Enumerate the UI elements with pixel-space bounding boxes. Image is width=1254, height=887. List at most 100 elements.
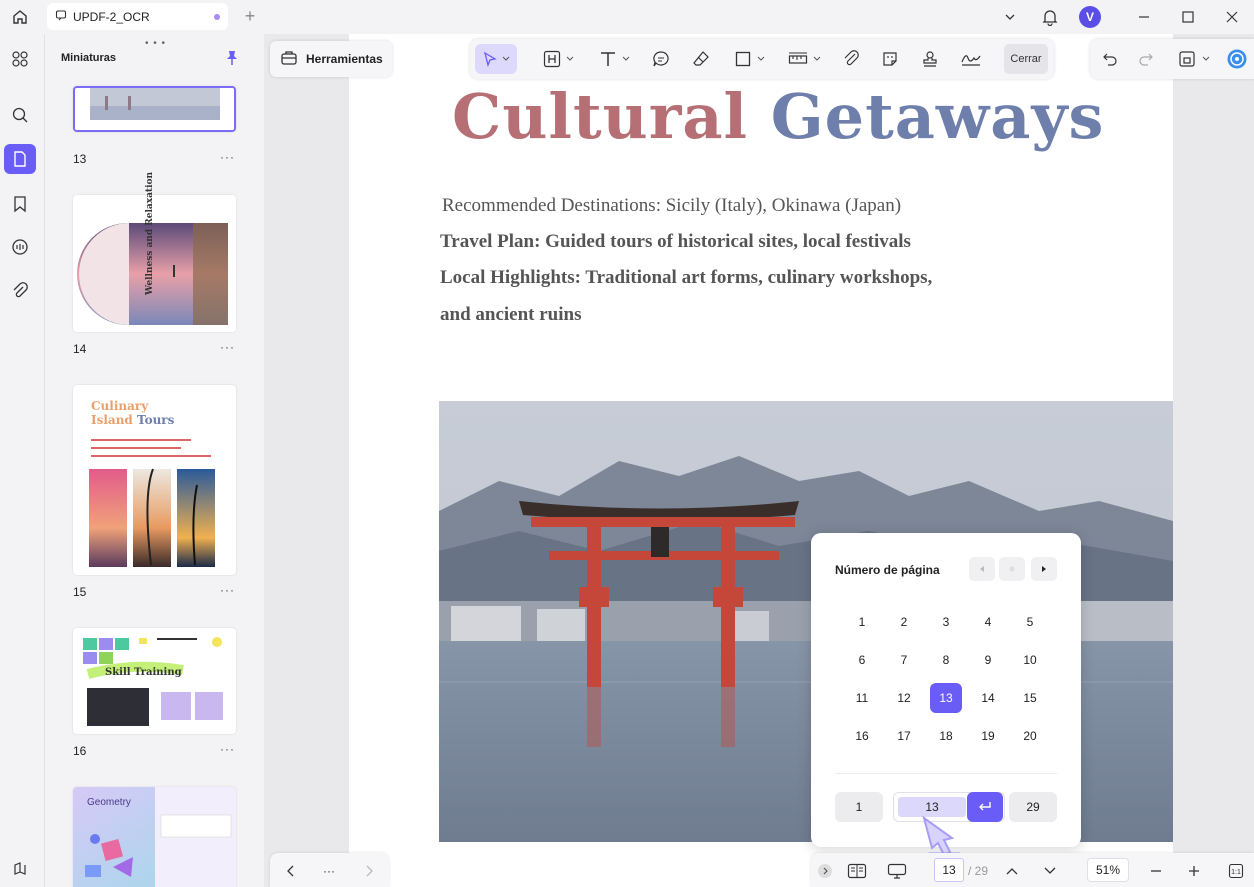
first-page-button[interactable]: 1 [835, 792, 883, 822]
home-icon[interactable] [2, 0, 38, 34]
page-number-cell[interactable]: 7 [888, 645, 920, 675]
zoom-in-icon[interactable] [1183, 860, 1205, 882]
comment-tool[interactable] [646, 44, 676, 74]
tab-title: UPDF-2_OCR [73, 9, 150, 24]
thumbnails-icon[interactable] [4, 144, 36, 174]
bell-icon[interactable] [1030, 0, 1070, 34]
previous-page-icon[interactable] [1001, 860, 1023, 882]
page-number-cell[interactable]: 5 [1014, 607, 1046, 637]
pin-icon[interactable] [225, 50, 239, 69]
thumbnails-panel: • • • Miniaturas 13 ··· Wellness and Rel… [44, 34, 264, 887]
page-number-cell[interactable]: 3 [930, 607, 962, 637]
more-button[interactable]: ··· [318, 860, 340, 882]
measure-tool[interactable] [782, 44, 826, 74]
chevron-down-icon [622, 56, 629, 61]
thumbnail-page-17[interactable]: Geometry [73, 787, 236, 887]
thumbnail-page-13[interactable] [73, 86, 236, 132]
chevron-down-icon[interactable] [990, 0, 1030, 34]
left-rail [0, 34, 44, 887]
save-button[interactable] [1174, 44, 1214, 74]
chevron-left-icon[interactable] [280, 860, 302, 882]
page-number-cell[interactable]: 8 [930, 645, 962, 675]
page-number-cell[interactable]: 12 [888, 683, 920, 713]
thumbnail-page-number: 14 [73, 342, 87, 356]
stamp-icon [923, 51, 937, 67]
minimize-icon[interactable] [1122, 0, 1166, 34]
current-page-field[interactable]: 13 [934, 858, 964, 882]
shape-tool[interactable] [728, 44, 772, 74]
new-tab-button[interactable]: + [240, 6, 260, 26]
bookmark-icon[interactable] [4, 189, 36, 219]
total-pages-label: / 29 [967, 864, 988, 878]
document-line: Travel Plan: Guided tours of historical … [440, 231, 911, 252]
save-icon [1179, 51, 1195, 67]
signature-tool[interactable] [954, 44, 988, 74]
next-range-button[interactable] [1031, 557, 1057, 581]
search-icon[interactable] [4, 100, 36, 130]
presentation-icon[interactable] [885, 860, 909, 882]
tools-button[interactable]: Herramientas [270, 41, 392, 77]
thumbnail-page-15[interactable]: Culinary Island Tours [73, 385, 236, 575]
thumbnail-page-16[interactable]: Skill Training [73, 628, 236, 734]
page-number-cell[interactable]: 4 [972, 607, 1004, 637]
ai-assistant-icon[interactable] [1224, 44, 1250, 74]
heading-tool[interactable] [536, 44, 580, 74]
attachment-icon[interactable] [4, 276, 36, 306]
thumbnail-title: Wellness and Relaxation [145, 171, 155, 295]
page-number-cell[interactable]: 9 [972, 645, 1004, 675]
current-range-button[interactable] [999, 557, 1025, 581]
close-icon[interactable] [1210, 0, 1254, 34]
close-toolbar-button[interactable]: Cerrar [1004, 44, 1048, 74]
page-number-cell[interactable]: 18 [930, 721, 962, 751]
two-page-view-icon[interactable] [845, 860, 869, 882]
page-nav-bar: ··· [270, 853, 389, 887]
page-number-cell[interactable]: 10 [1014, 645, 1046, 675]
text-icon [600, 52, 615, 66]
panel-grip[interactable]: • • • [145, 38, 166, 49]
maximize-icon[interactable] [1166, 0, 1210, 34]
account-button[interactable]: V [1070, 0, 1110, 34]
layers-icon[interactable] [4, 854, 36, 884]
previous-month-button[interactable] [969, 557, 995, 581]
page-number-popup: Número de página 1 2 3 4 5 6 7 8 9 10 11 12 13 14 15 16… [811, 533, 1081, 847]
page-number-cell[interactable]: 6 [846, 645, 878, 675]
organize-pages-icon[interactable] [4, 44, 36, 74]
stamp-tool[interactable] [915, 44, 945, 74]
page-number-cell[interactable]: 2 [888, 607, 920, 637]
thumbnail-more-button[interactable]: ··· [220, 340, 235, 354]
chevron-right-icon[interactable] [358, 860, 380, 882]
history-toolbar [1090, 39, 1254, 79]
page-number-cell[interactable]: 14 [972, 683, 1004, 713]
page-number-cell[interactable]: 15 [1014, 683, 1046, 713]
page-number-cell[interactable]: 19 [972, 721, 1004, 751]
redo-icon[interactable] [1134, 44, 1158, 74]
undo-icon[interactable] [1098, 44, 1122, 74]
chevron-down-icon [566, 56, 573, 61]
sticker-tool[interactable] [875, 44, 905, 74]
thumbnail-more-button[interactable]: ··· [220, 583, 235, 597]
attach-tool[interactable] [836, 44, 866, 74]
chevron-down-icon [1202, 56, 1210, 61]
page-number-cell[interactable]: 17 [888, 721, 920, 751]
document-tab[interactable]: UPDF-2_OCR [47, 3, 228, 30]
zoom-level-field[interactable]: 51% [1087, 858, 1129, 882]
thumbnail-more-button[interactable]: ··· [220, 150, 235, 164]
eraser-tool[interactable] [686, 44, 716, 74]
next-page-icon[interactable] [1039, 860, 1061, 882]
page-number-cell[interactable]: 1 [846, 607, 878, 637]
zoom-out-icon[interactable] [1145, 860, 1167, 882]
document-line: Local Highlights: Traditional art forms,… [440, 267, 933, 288]
select-tool[interactable] [475, 44, 517, 74]
text-tool[interactable] [592, 44, 636, 74]
page-number-cell[interactable]: 20 [1014, 721, 1046, 751]
comments-icon[interactable] [4, 232, 36, 262]
page-number-cell[interactable]: 13 [930, 683, 962, 713]
go-to-page-button[interactable] [967, 792, 1003, 822]
enter-icon [979, 802, 991, 811]
actual-size-icon[interactable]: 1:1 [1225, 860, 1247, 882]
page-number-cell[interactable]: 11 [846, 683, 878, 713]
last-page-button[interactable]: 29 [1009, 792, 1057, 822]
thumbnail-more-button[interactable]: ··· [220, 742, 235, 756]
collapse-icon[interactable] [817, 860, 833, 882]
page-number-cell[interactable]: 16 [846, 721, 878, 751]
